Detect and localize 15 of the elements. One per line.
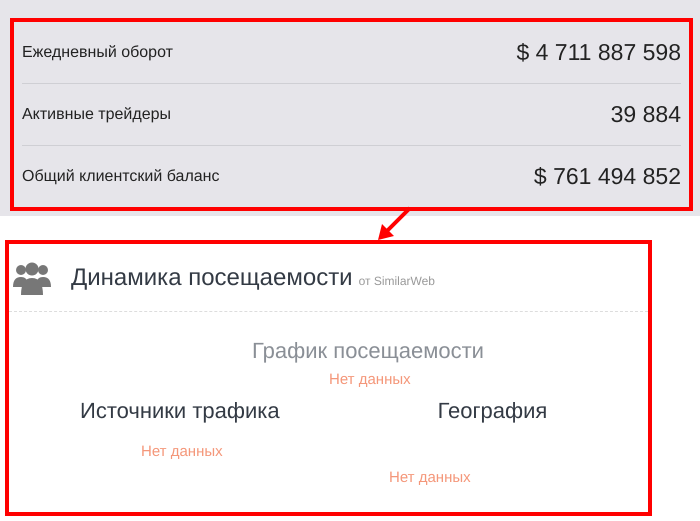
stat-value: $ 761 494 852 <box>534 162 681 192</box>
section-title: Динамика посещаемости <box>71 262 353 292</box>
stat-label: Общий клиентский баланс <box>22 166 220 186</box>
stat-label: Активные трейдеры <box>22 104 171 124</box>
stat-label: Ежедневный оборот <box>22 42 173 62</box>
chart-title: График посещаемости <box>252 338 484 363</box>
chart-title: Источники трафика <box>80 397 280 425</box>
source-label: от SimilarWeb <box>358 272 435 290</box>
no-data-label: Нет данных <box>329 371 411 388</box>
no-data-label: Нет данных <box>141 443 223 460</box>
stat-value: 39 884 <box>610 100 681 130</box>
stat-value: $ 4 711 887 598 <box>516 38 681 68</box>
chart-title: География <box>438 397 548 425</box>
no-data-label: Нет данных <box>389 469 471 486</box>
people-icon <box>13 260 51 294</box>
